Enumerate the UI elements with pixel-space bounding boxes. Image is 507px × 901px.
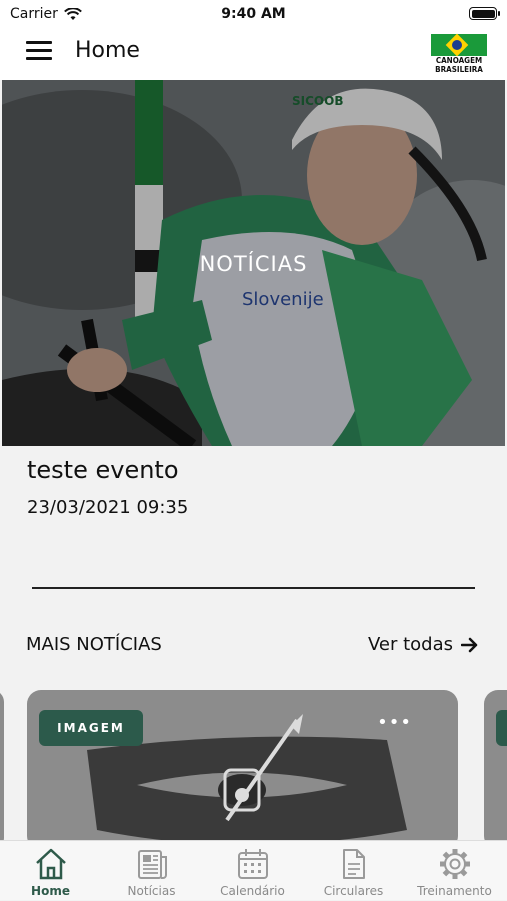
arrow-right-icon xyxy=(461,637,478,652)
document-icon xyxy=(343,849,365,879)
hamburger-menu-icon[interactable] xyxy=(26,41,52,61)
category-badge: IMAGEM xyxy=(39,710,143,746)
tab-calendario[interactable]: Calendário xyxy=(202,841,303,901)
tab-noticias[interactable]: Notícias xyxy=(101,841,202,901)
news-card-next[interactable] xyxy=(484,690,507,850)
event-title[interactable]: teste evento xyxy=(27,456,179,484)
hero-label: NOTÍCIAS xyxy=(199,252,308,276)
see-all-link[interactable]: Ver todas xyxy=(368,634,479,655)
status-bar: Carrier 9:40 AM xyxy=(0,0,507,28)
tab-label-calendario: Calendário xyxy=(220,884,285,898)
battery-icon xyxy=(469,7,500,20)
gear-icon xyxy=(440,849,470,879)
tab-label-noticias: Notícias xyxy=(127,884,176,898)
tab-bar: Home Notícias Calendário Circulares Trei… xyxy=(0,840,507,900)
tab-label-home: Home xyxy=(31,884,70,898)
category-badge-next xyxy=(496,710,507,746)
news-card-prev[interactable] xyxy=(0,690,4,850)
divider xyxy=(32,587,475,589)
home-icon xyxy=(36,848,66,880)
tab-circulares[interactable]: Circulares xyxy=(303,841,404,901)
hero-news-banner[interactable]: Slovenije SICOOB NOTÍCIAS xyxy=(2,80,505,446)
tab-home[interactable]: Home xyxy=(0,841,101,901)
see-all-label: Ver todas xyxy=(367,634,453,655)
calendar-icon xyxy=(238,849,268,879)
newspaper-icon xyxy=(138,850,167,879)
page-title: Home xyxy=(75,38,140,63)
more-options-icon[interactable]: ••• xyxy=(377,712,412,733)
event-date: 23/03/2021 09:35 xyxy=(27,497,189,518)
clock: 9:40 AM xyxy=(221,6,286,22)
logo-text-bottom: BRASILEIRA xyxy=(435,65,483,74)
canoagem-brasileira-logo: CANOAGEM BRASILEIRA xyxy=(429,33,489,74)
logo-text-top: CANOAGEM xyxy=(435,56,483,65)
more-news-heading: MAIS NOTÍCIAS xyxy=(26,634,162,655)
tab-label-treinamento: Treinamento xyxy=(417,884,492,898)
tab-label-circulares: Circulares xyxy=(323,884,384,898)
news-card[interactable]: IMAGEM ••• xyxy=(27,690,458,850)
nav-header: Home CANOAGEM BRASILEIRA xyxy=(0,28,507,80)
tab-treinamento[interactable]: Treinamento xyxy=(404,841,505,901)
